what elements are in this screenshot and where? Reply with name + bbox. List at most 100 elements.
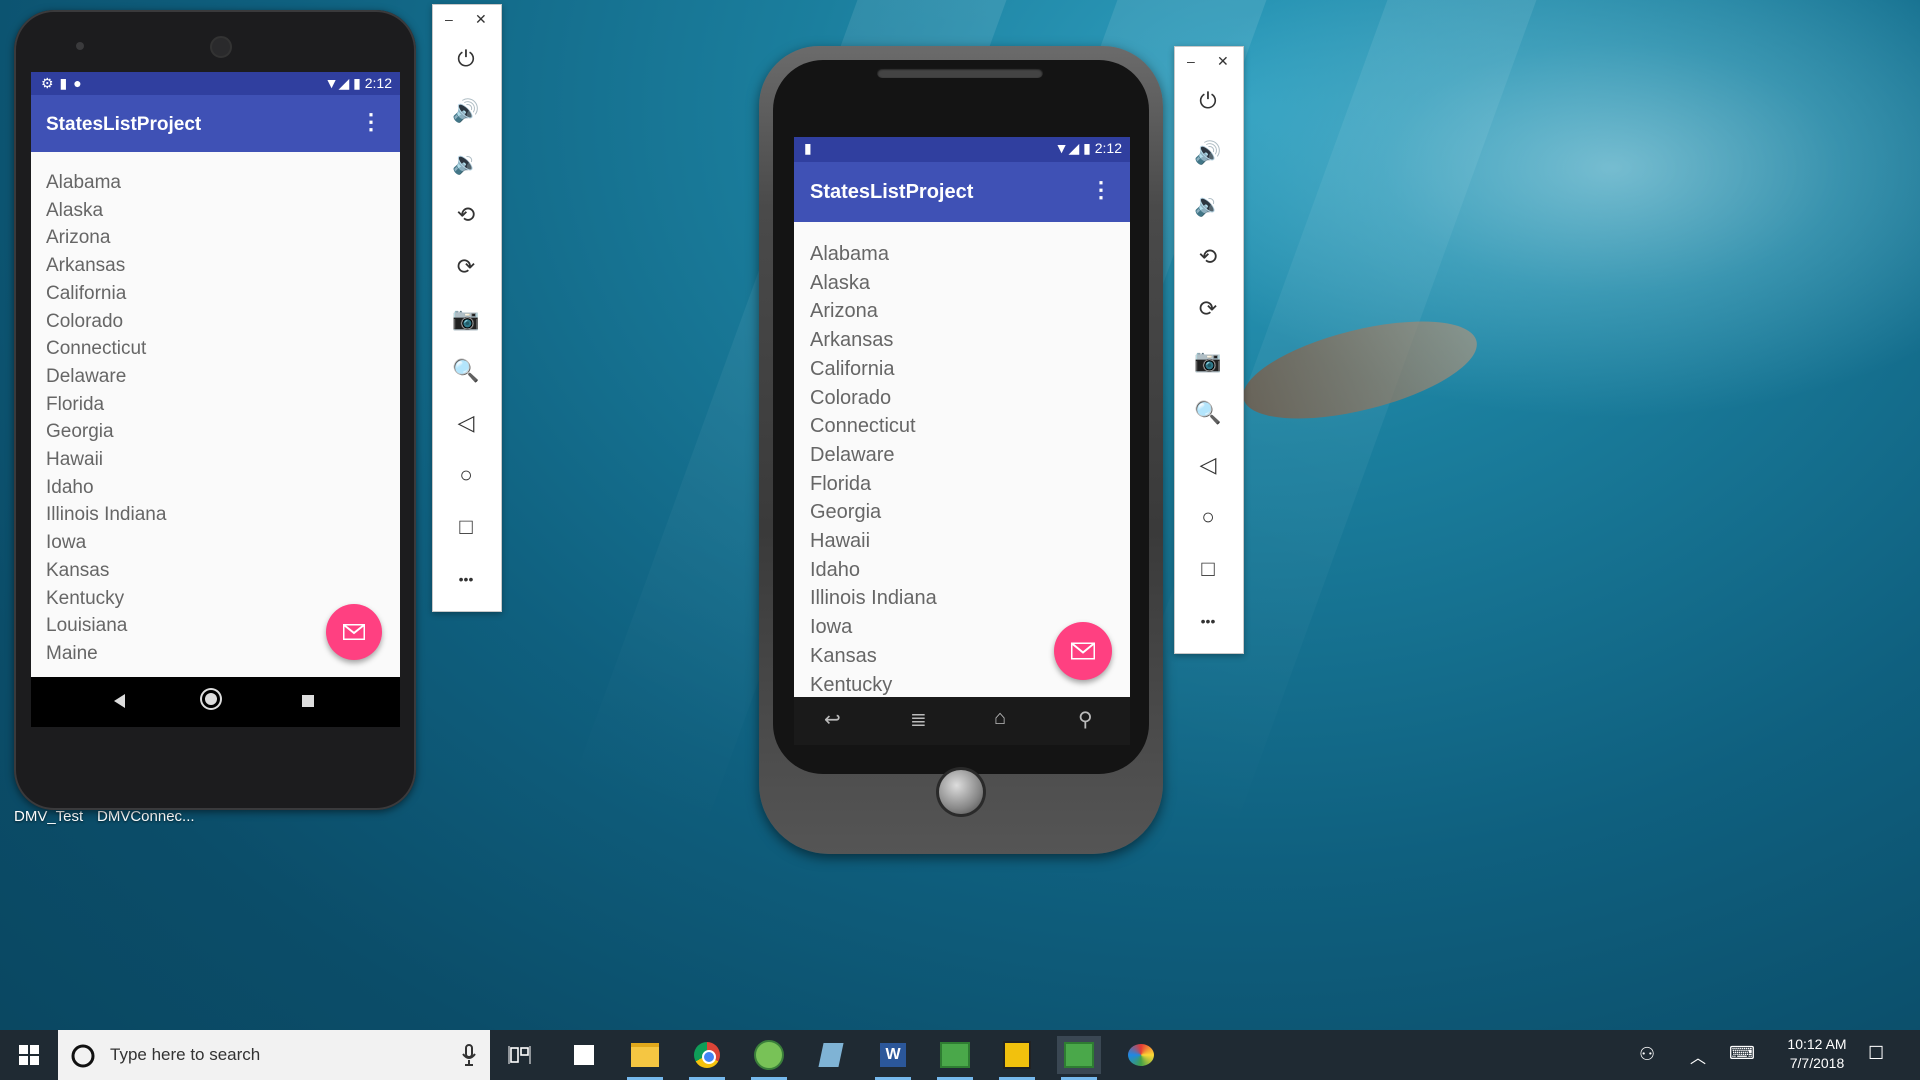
action-center-icon[interactable]: ☐ — [1868, 1043, 1884, 1064]
list-item[interactable]: Idaho — [810, 556, 937, 585]
home-icon[interactable]: ○ — [450, 459, 482, 491]
task-view-icon[interactable] — [498, 1036, 542, 1074]
list-item[interactable]: Georgia — [46, 418, 166, 446]
list-item[interactable]: Delaware — [810, 441, 937, 470]
list-item[interactable]: Kentucky — [46, 585, 166, 613]
list-item[interactable]: Maine — [46, 640, 166, 668]
search-box[interactable]: Type here to search — [58, 1030, 490, 1080]
list-item[interactable]: Florida — [810, 470, 937, 499]
overview-icon[interactable]: □ — [1192, 553, 1224, 585]
paint-icon[interactable] — [1119, 1036, 1163, 1074]
power-icon[interactable]: ⏻ — [1192, 85, 1224, 117]
list-item[interactable]: Alaska — [810, 269, 937, 298]
list-item[interactable]: Arizona — [46, 224, 166, 252]
list-item[interactable]: Georgia — [810, 498, 937, 527]
volume-up-icon[interactable]: 🔊 — [1192, 137, 1224, 169]
list-item[interactable]: Iowa — [46, 529, 166, 557]
file-explorer-icon[interactable] — [623, 1036, 667, 1080]
power-icon[interactable]: ⏻ — [450, 43, 482, 75]
more-icon[interactable]: ••• — [450, 563, 482, 595]
list-item[interactable]: Alaska — [46, 197, 166, 225]
list-item[interactable]: Kansas — [810, 642, 937, 671]
app-puzzle-icon[interactable] — [995, 1036, 1039, 1080]
clock[interactable]: 10:12 AM 7/7/2018 — [1782, 1036, 1852, 1071]
nav-search-icon[interactable]: ⚲ — [1078, 707, 1093, 732]
rotate-left-icon[interactable]: ⟲ — [1192, 241, 1224, 273]
list-item[interactable]: Connecticut — [810, 412, 937, 441]
list-item[interactable]: Illinois Indiana — [810, 584, 937, 613]
nav-back-icon[interactable] — [114, 694, 125, 708]
close-button[interactable]: ✕ — [1217, 53, 1229, 70]
nav-back-icon[interactable]: ↩ — [824, 707, 841, 732]
email-fab-button[interactable] — [1054, 622, 1112, 680]
home-icon[interactable]: ○ — [1192, 501, 1224, 533]
rotate-right-icon[interactable]: ⟳ — [1192, 293, 1224, 325]
camera-icon[interactable]: 📷 — [1192, 345, 1224, 377]
list-item[interactable]: Kansas — [46, 557, 166, 585]
camera-icon[interactable]: 📷 — [450, 303, 482, 335]
trackball[interactable] — [939, 770, 983, 814]
nav-home-icon[interactable] — [205, 693, 217, 705]
android-studio-icon[interactable] — [747, 1036, 791, 1080]
notepad-icon[interactable] — [809, 1036, 853, 1074]
list-item[interactable]: Alabama — [46, 169, 166, 197]
keyboard-icon[interactable]: ⌨ — [1729, 1043, 1755, 1064]
list-item[interactable]: Kentucky — [810, 671, 937, 697]
volume-down-icon[interactable]: 🔉 — [1192, 189, 1224, 221]
nav-home-icon[interactable]: ⌂ — [994, 707, 1006, 730]
overview-icon[interactable]: □ — [450, 511, 482, 543]
zoom-icon[interactable]: 🔍 — [450, 355, 482, 387]
app-green-active-icon[interactable] — [1057, 1036, 1101, 1080]
show-hidden-icons-icon[interactable]: ︿ — [1690, 1044, 1706, 1068]
emulator-left-toolbar: – ✕ ⏻ 🔊 🔉 ⟲ ⟳ 📷 🔍 ◁ ○ □ ••• — [432, 4, 502, 612]
list-item[interactable]: Arkansas — [810, 326, 937, 355]
zoom-icon[interactable]: 🔍 — [1192, 397, 1224, 429]
emulator-right-toolbar: – ✕ ⏻ 🔊 🔉 ⟲ ⟳ 📷 🔍 ◁ ○ □ ••• — [1174, 46, 1244, 654]
list-item[interactable]: Arkansas — [46, 252, 166, 280]
back-icon[interactable]: ◁ — [450, 407, 482, 439]
states-list: Alabama Alaska Arizona Arkansas California Co… — [810, 240, 937, 697]
list-item[interactable]: Delaware — [46, 363, 166, 391]
minimize-button[interactable]: – — [445, 11, 453, 27]
list-item[interactable]: Florida — [46, 391, 166, 419]
clock-date: 7/7/2018 — [1789, 1055, 1845, 1071]
start-button[interactable] — [0, 1030, 58, 1080]
list-item[interactable]: Louisiana — [46, 612, 166, 640]
more-icon[interactable]: ••• — [1192, 605, 1224, 637]
desktop-icon-dmvconnec[interactable]: DMVConnec... — [97, 808, 195, 825]
list-item[interactable]: Idaho — [46, 474, 166, 502]
wallpaper-wave — [1150, 0, 1920, 420]
list-item[interactable]: Colorado — [810, 384, 937, 413]
nav-recents-icon[interactable] — [302, 695, 314, 707]
chrome-icon[interactable] — [685, 1036, 729, 1080]
list-item[interactable]: California — [46, 280, 166, 308]
list-item[interactable]: Iowa — [810, 613, 937, 642]
sticky-notes-icon[interactable] — [562, 1036, 606, 1074]
list-item[interactable]: Alabama — [810, 240, 937, 269]
people-icon[interactable]: ⚇ — [1639, 1044, 1655, 1065]
desktop-icon-dmv-test[interactable]: DMV_Test — [14, 808, 83, 825]
status-time: 2:12 — [364, 75, 392, 91]
list-item[interactable]: Hawaii — [810, 527, 937, 556]
list-item[interactable]: Illinois Indiana — [46, 501, 166, 529]
emulator-left-screen: ⚙▮● ▼◢ ▮ 2:12 StatesListProject ⋮ Alabam… — [31, 72, 400, 727]
overflow-menu-icon[interactable]: ⋮ — [1090, 177, 1112, 203]
volume-down-icon[interactable]: 🔉 — [450, 147, 482, 179]
minimize-button[interactable]: – — [1187, 53, 1195, 69]
list-item[interactable]: Hawaii — [46, 446, 166, 474]
email-fab-button[interactable] — [326, 604, 382, 660]
list-item[interactable]: Arizona — [810, 297, 937, 326]
list-item[interactable]: Connecticut — [46, 335, 166, 363]
nav-menu-icon[interactable]: ≣ — [910, 707, 927, 732]
app-green-icon[interactable] — [933, 1036, 977, 1080]
overflow-menu-icon[interactable]: ⋮ — [360, 109, 382, 135]
rotate-right-icon[interactable]: ⟳ — [450, 251, 482, 283]
list-item[interactable]: California — [810, 355, 937, 384]
back-icon[interactable]: ◁ — [1192, 449, 1224, 481]
rotate-left-icon[interactable]: ⟲ — [450, 199, 482, 231]
close-button[interactable]: ✕ — [475, 11, 487, 28]
microphone-icon[interactable] — [462, 1044, 476, 1066]
volume-up-icon[interactable]: 🔊 — [450, 95, 482, 127]
word-icon[interactable]: W — [871, 1036, 915, 1080]
list-item[interactable]: Colorado — [46, 308, 166, 336]
